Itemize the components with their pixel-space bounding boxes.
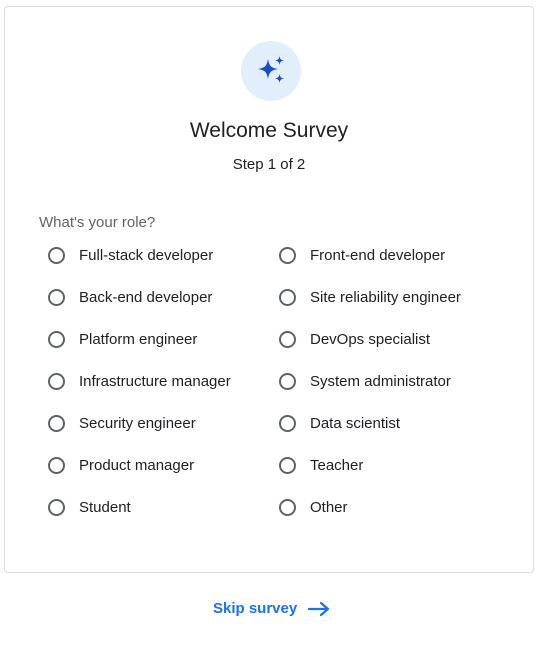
radio-button[interactable] (48, 372, 65, 390)
role-option[interactable]: Teacher (279, 444, 508, 486)
role-option-label: Platform engineer (79, 330, 198, 348)
role-option-label: System administrator (310, 372, 451, 390)
skip-survey-label: Skip survey (213, 600, 298, 617)
role-option[interactable]: DevOps specialist (279, 318, 508, 360)
role-option-label: Infrastructure manager (79, 372, 231, 390)
radio-button[interactable] (279, 414, 296, 432)
role-option[interactable]: System administrator (279, 360, 508, 402)
role-option-label: Data scientist (310, 414, 401, 432)
radio-button[interactable] (48, 246, 65, 264)
radio-button[interactable] (279, 288, 296, 306)
role-option[interactable]: Other (279, 486, 508, 528)
role-option-label: Other (310, 498, 348, 516)
role-options: Full-stack developer Front-end developer… (48, 234, 508, 528)
radio-button[interactable] (279, 330, 296, 348)
radio-button[interactable] (48, 288, 65, 306)
radio-button[interactable] (279, 246, 296, 264)
role-option-label: Full-stack developer (79, 246, 214, 264)
radio-button[interactable] (279, 456, 296, 474)
skip-survey-link[interactable]: Skip survey (213, 600, 331, 617)
step-indicator: Step 1 of 2 (232, 156, 306, 173)
radio-button[interactable] (48, 414, 65, 432)
role-option[interactable]: Data scientist (279, 402, 508, 444)
role-option-label: Product manager (79, 456, 195, 474)
role-option[interactable]: Site reliability engineer (279, 276, 508, 318)
role-option[interactable]: Product manager (48, 444, 279, 486)
role-option-label: Security engineer (79, 414, 196, 432)
role-option-label: DevOps specialist (310, 330, 431, 348)
sparkles-badge (241, 41, 301, 101)
role-option[interactable]: Infrastructure manager (48, 360, 279, 402)
role-option-label: Student (79, 498, 131, 516)
arrow-right-icon (307, 601, 331, 617)
role-option[interactable]: Student (48, 486, 279, 528)
radio-button[interactable] (48, 456, 65, 474)
role-option-label: Front-end developer (310, 246, 446, 264)
radio-button[interactable] (48, 498, 65, 516)
role-question: What's your role? (39, 214, 156, 231)
role-option[interactable]: Back-end developer (48, 276, 279, 318)
role-option[interactable]: Front-end developer (279, 234, 508, 276)
radio-button[interactable] (279, 498, 296, 516)
role-option[interactable]: Security engineer (48, 402, 279, 444)
radio-button[interactable] (48, 330, 65, 348)
role-option-label: Teacher (310, 456, 364, 474)
role-option-label: Site reliability engineer (310, 288, 461, 306)
survey-title: Welcome Survey (189, 119, 349, 142)
sparkles-icon (258, 56, 284, 83)
role-option-label: Back-end developer (79, 288, 213, 306)
role-option[interactable]: Full-stack developer (48, 234, 279, 276)
radio-button[interactable] (279, 372, 296, 390)
role-option[interactable]: Platform engineer (48, 318, 279, 360)
survey-card: Welcome Survey Step 1 of 2 What's your r… (4, 6, 534, 573)
